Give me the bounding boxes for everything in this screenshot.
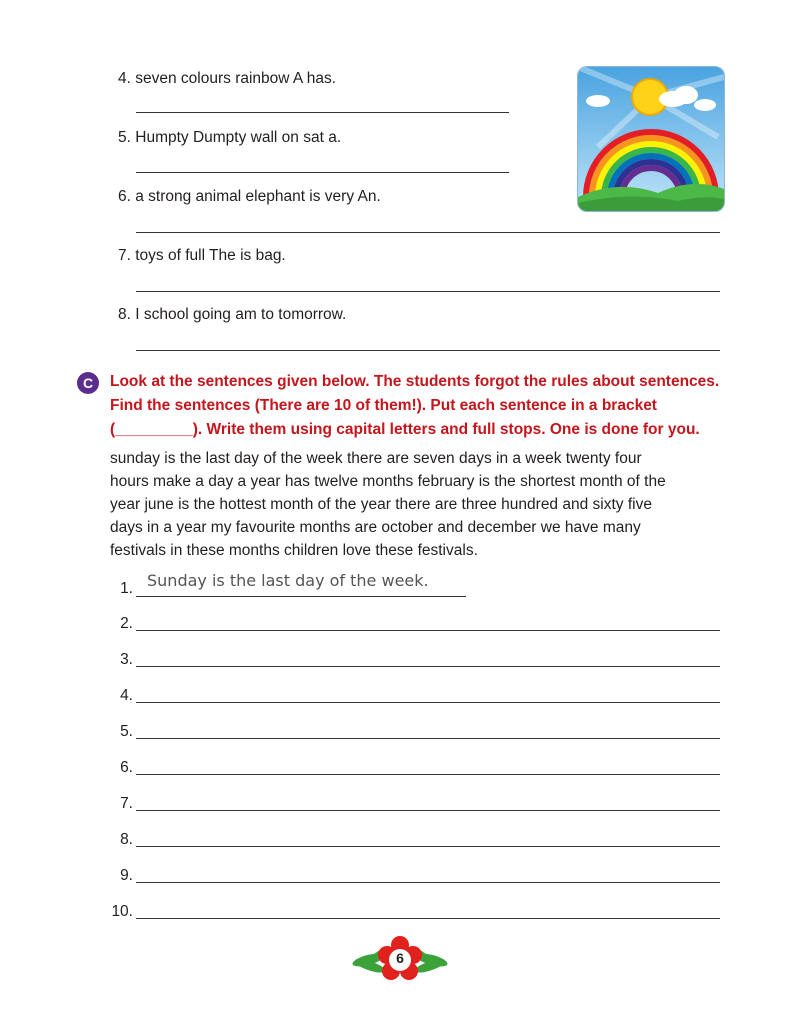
sentence-line-9[interactable] [136, 882, 720, 883]
question-text: I school going am to tomorrow. [135, 306, 347, 323]
instruction-line-1: Look at the sentences given below. The s… [110, 373, 720, 390]
question-4: 4. seven colours rainbow A has. [118, 70, 336, 88]
question-text: toys of full The is bag. [135, 247, 286, 264]
answer-line-5[interactable] [136, 172, 509, 173]
sentence-line-1[interactable] [136, 596, 466, 597]
answer-line-8[interactable] [136, 350, 720, 351]
answer-number-5: 5. [120, 723, 133, 740]
paragraph-line-2: hours make a day a year has twelve month… [110, 473, 666, 490]
question-text: Humpty Dumpty wall on sat a. [135, 129, 342, 146]
page-number: 6 [396, 950, 404, 966]
question-text: a strong animal elephant is very An. [135, 188, 381, 205]
question-number: 4. [118, 70, 131, 87]
answer-line-4[interactable] [136, 112, 509, 113]
answer-number-10: 10. [111, 903, 133, 920]
sentence-line-3[interactable] [136, 666, 720, 667]
paragraph-line-4: days in a year my favourite months are o… [110, 519, 641, 536]
paragraph-line-5: festivals in these months children love … [110, 542, 478, 559]
answer-number-1: 1. [120, 580, 133, 597]
question-8: 8. I school going am to tomorrow. [118, 306, 346, 324]
sentence-line-4[interactable] [136, 702, 720, 703]
answer-number-6: 6. [120, 759, 133, 776]
answer-number-4: 4. [120, 687, 133, 704]
answer-line-7[interactable] [136, 291, 720, 292]
question-number: 5. [118, 129, 131, 146]
question-number: 8. [118, 306, 131, 323]
example-answer: Sunday is the last day of the week. [147, 571, 429, 590]
sentence-line-6[interactable] [136, 774, 720, 775]
rainbow-illustration [577, 66, 725, 212]
instruction-line-2: Find the sentences (There are 10 of them… [110, 397, 657, 414]
instruction-line-3: (_________). Write them using capital le… [110, 421, 700, 438]
answer-number-8: 8. [120, 831, 133, 848]
answer-number-3: 3. [120, 651, 133, 668]
sentence-line-8[interactable] [136, 846, 720, 847]
paragraph-line-1: sunday is the last day of the week there… [110, 450, 642, 467]
answer-number-2: 2. [120, 615, 133, 632]
answer-number-9: 9. [120, 867, 133, 884]
question-number: 7. [118, 247, 131, 264]
question-text: seven colours rainbow A has. [135, 70, 337, 87]
answer-number-7: 7. [120, 795, 133, 812]
question-7: 7. toys of full The is bag. [118, 247, 286, 265]
sentence-line-5[interactable] [136, 738, 720, 739]
paragraph-line-3: year june is the hottest month of the ye… [110, 496, 652, 513]
sentence-line-2[interactable] [136, 630, 720, 631]
question-6: 6. a strong animal elephant is very An. [118, 188, 381, 206]
sentence-line-7[interactable] [136, 810, 720, 811]
rainbow-icon [578, 67, 724, 211]
section-c-badge: C [77, 372, 99, 394]
answer-line-6[interactable] [136, 232, 720, 233]
question-number: 6. [118, 188, 131, 205]
sentence-line-10[interactable] [136, 918, 720, 919]
question-5: 5. Humpty Dumpty wall on sat a. [118, 129, 341, 147]
